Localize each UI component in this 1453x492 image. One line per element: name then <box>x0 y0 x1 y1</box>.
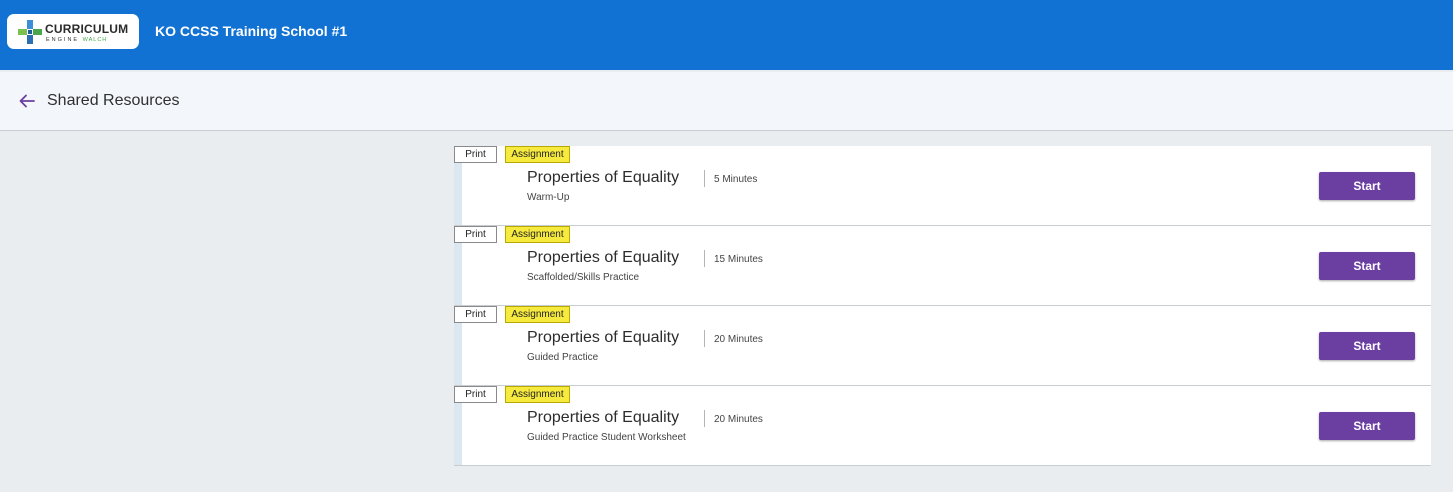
resource-card: Print Assignment Properties of Equality … <box>454 386 1431 466</box>
card-accent-stripe <box>454 314 462 385</box>
resource-title: Properties of Equality <box>527 249 680 266</box>
title-divider <box>704 330 705 347</box>
print-button[interactable]: Print <box>454 226 497 243</box>
start-button[interactable]: Start <box>1319 172 1415 200</box>
logo-subtitle: ENGINE WALCH <box>46 37 108 43</box>
title-divider <box>704 410 705 427</box>
resource-duration: 20 Minutes <box>714 334 763 345</box>
assignment-badge: Assignment <box>505 306 570 323</box>
page-title: Shared Resources <box>47 92 180 109</box>
title-divider <box>704 170 705 187</box>
resource-card: Print Assignment Properties of Equality … <box>454 306 1431 386</box>
logo-mark-icon <box>18 20 42 44</box>
resource-duration: 20 Minutes <box>714 414 763 425</box>
school-name: KO CCSS Training School #1 <box>155 23 348 39</box>
print-button[interactable]: Print <box>454 306 497 323</box>
resource-type: Guided Practice <box>527 352 599 363</box>
resource-title: Properties of Equality <box>527 169 680 186</box>
resource-card: Print Assignment Properties of Equality … <box>454 226 1431 306</box>
resource-type: Scaffolded/Skills Practice <box>527 272 640 283</box>
title-divider <box>704 250 705 267</box>
assignment-badge: Assignment <box>505 226 570 243</box>
arrow-left-icon[interactable] <box>18 92 36 110</box>
resource-type: Warm-Up <box>527 192 570 203</box>
assignment-badge: Assignment <box>505 146 570 163</box>
resource-list: Print Assignment Properties of Equality … <box>454 146 1431 466</box>
card-accent-stripe <box>454 154 462 225</box>
print-button[interactable]: Print <box>454 146 497 163</box>
logo-title: CURRICULUM <box>45 22 129 36</box>
logo-brand: WALCH <box>82 37 108 43</box>
page-header <box>0 72 1453 131</box>
card-accent-stripe <box>454 234 462 305</box>
curriculum-engine-logo[interactable]: CURRICULUM ENGINE WALCH <box>7 14 139 49</box>
resource-title: Properties of Equality <box>527 409 680 426</box>
assignment-badge: Assignment <box>505 386 570 403</box>
resource-title: Properties of Equality <box>527 329 680 346</box>
resource-card: Print Assignment Properties of Equality … <box>454 146 1431 226</box>
start-button[interactable]: Start <box>1319 332 1415 360</box>
resource-duration: 15 Minutes <box>714 254 763 265</box>
print-button[interactable]: Print <box>454 386 497 403</box>
start-button[interactable]: Start <box>1319 252 1415 280</box>
card-accent-stripe <box>454 394 462 465</box>
app-header: CURRICULUM ENGINE WALCH KO CCSS Training… <box>0 0 1453 70</box>
resource-type: Guided Practice Student Worksheet <box>527 432 686 443</box>
resource-duration: 5 Minutes <box>714 174 758 185</box>
start-button[interactable]: Start <box>1319 412 1415 440</box>
